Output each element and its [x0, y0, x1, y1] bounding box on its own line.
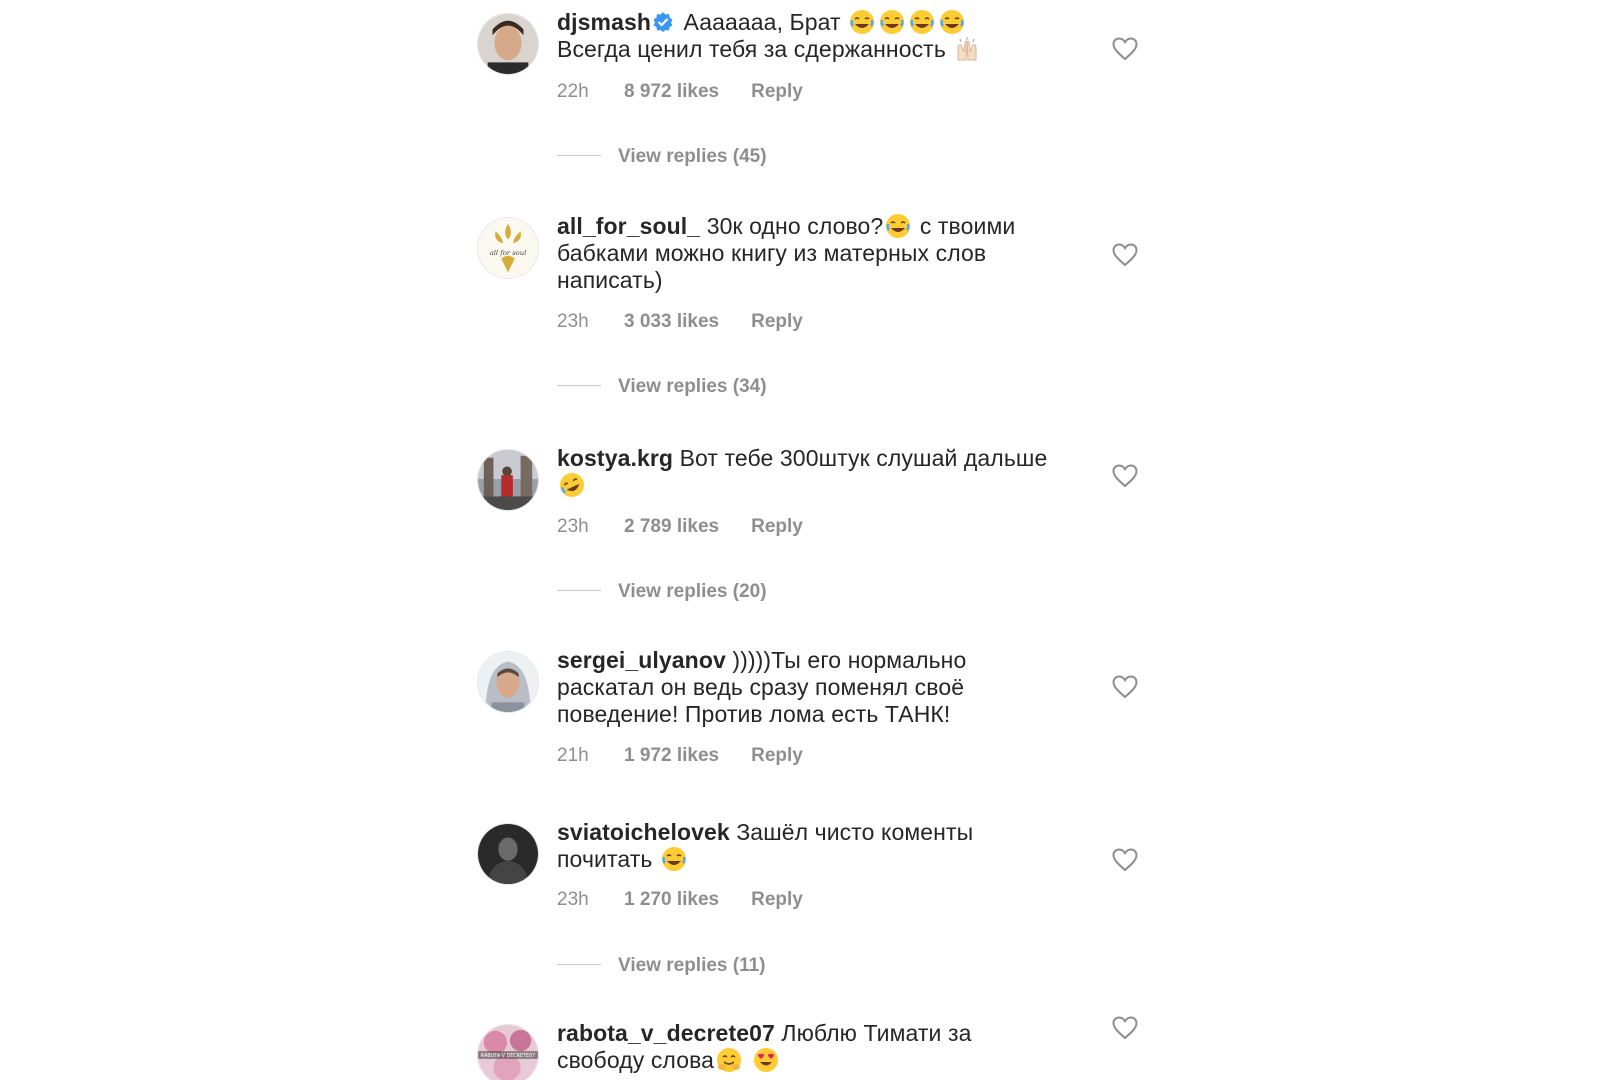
- avatar[interactable]: [477, 13, 539, 75]
- username[interactable]: sergei_ulyanov: [557, 647, 726, 673]
- joy-emoji: [661, 846, 687, 872]
- comment-text: Ааааааа, Брат: [683, 9, 841, 35]
- joy-emoji: [939, 9, 965, 35]
- divider-line: [557, 964, 601, 965]
- comment-text: Вот тебе 300штук слушай дальше: [679, 445, 1048, 471]
- view-replies-label: View replies (34): [618, 376, 767, 397]
- timestamp: 23h: [557, 889, 589, 910]
- likes-count[interactable]: 3 033 likes: [624, 311, 719, 333]
- avatar[interactable]: all for soul: [477, 217, 539, 279]
- comment-body: djsmash Ааааааа, Брат Всегда ценил тебя …: [557, 9, 1057, 63]
- divider-line: [557, 385, 601, 386]
- avatar-logo-text: RABOTA V DECRETE07: [481, 1053, 535, 1059]
- comment-body: rabota_v_decrete07 Люблю Тимати за свобо…: [557, 1020, 1057, 1074]
- avatar[interactable]: RABOTA V DECRETE07: [477, 1024, 539, 1080]
- like-heart-icon[interactable]: [1112, 464, 1138, 488]
- avatar[interactable]: [477, 449, 539, 511]
- likes-count[interactable]: 1 270 likes: [624, 889, 719, 911]
- reply-button[interactable]: Reply: [751, 81, 803, 103]
- comment-text-line2: Всегда ценил тебя за сдержанность: [557, 36, 946, 62]
- rofl-emoji: [559, 472, 585, 498]
- like-heart-icon[interactable]: [1112, 37, 1138, 61]
- joy-emoji: [885, 213, 911, 239]
- view-replies-button[interactable]: View replies (11): [557, 955, 766, 977]
- comment-body: sergei_ulyanov )))))Ты его нормально рас…: [557, 647, 1057, 728]
- comment-body: all_for_soul_ 30к одно слово? с твоими б…: [557, 213, 1057, 294]
- comment-text: 30к одно слово?: [706, 213, 884, 239]
- likes-count[interactable]: 8 972 likes: [624, 81, 719, 103]
- view-replies-label: View replies (20): [618, 581, 767, 602]
- reply-button[interactable]: Reply: [751, 516, 803, 538]
- joy-emoji: [909, 9, 935, 35]
- username[interactable]: sviatoichelovek: [557, 819, 730, 845]
- raised-hands-emoji: [954, 36, 980, 62]
- comment-meta: 23h 1 270 likes Reply: [557, 889, 803, 911]
- view-replies-label: View replies (45): [618, 146, 767, 167]
- comment-meta: 21h 1 972 likes Reply: [557, 745, 803, 767]
- likes-count[interactable]: 1 972 likes: [624, 745, 719, 767]
- timestamp: 21h: [557, 745, 589, 766]
- like-heart-icon[interactable]: [1112, 675, 1138, 699]
- avatar[interactable]: [477, 651, 539, 713]
- joy-emoji: [849, 9, 875, 35]
- comment-body: kostya.krg Вот тебе 300штук слушай дальш…: [557, 445, 1057, 499]
- comments-feed: djsmash Ааааааа, Брат Всегда ценил тебя …: [0, 0, 1622, 1080]
- username[interactable]: djsmash: [557, 9, 651, 35]
- username[interactable]: kostya.krg: [557, 445, 673, 471]
- view-replies-button[interactable]: View replies (20): [557, 581, 767, 603]
- view-replies-button[interactable]: View replies (34): [557, 376, 767, 398]
- verified-badge-icon: [653, 12, 673, 32]
- view-replies-label: View replies (11): [618, 955, 766, 976]
- username[interactable]: rabota_v_decrete07: [557, 1020, 775, 1046]
- divider-line: [557, 155, 601, 156]
- comment-meta: 22h 8 972 likes Reply: [557, 81, 803, 103]
- view-replies-button[interactable]: View replies (45): [557, 146, 767, 168]
- comment-meta: 23h 3 033 likes Reply: [557, 311, 803, 333]
- reply-button[interactable]: Reply: [751, 889, 803, 911]
- comment-body: sviatoichelovek Зашёл чисто коменты почи…: [557, 819, 1057, 873]
- comment-meta: 23h 2 789 likes Reply: [557, 516, 803, 538]
- timestamp: 22h: [557, 81, 589, 102]
- reply-button[interactable]: Reply: [751, 311, 803, 333]
- likes-count[interactable]: 2 789 likes: [624, 516, 719, 538]
- like-heart-icon[interactable]: [1112, 848, 1138, 872]
- like-heart-icon[interactable]: [1112, 1016, 1138, 1040]
- heart-eyes-emoji: [753, 1047, 779, 1073]
- avatar[interactable]: [477, 823, 539, 885]
- username[interactable]: all_for_soul_: [557, 213, 700, 239]
- like-heart-icon[interactable]: [1112, 243, 1138, 267]
- avatar-logo-text: all for soul: [490, 249, 527, 257]
- reply-button[interactable]: Reply: [751, 745, 803, 767]
- timestamp: 23h: [557, 311, 589, 332]
- smiling-hug-emoji: [716, 1047, 742, 1073]
- divider-line: [557, 590, 601, 591]
- joy-emoji: [879, 9, 905, 35]
- timestamp: 23h: [557, 516, 589, 537]
